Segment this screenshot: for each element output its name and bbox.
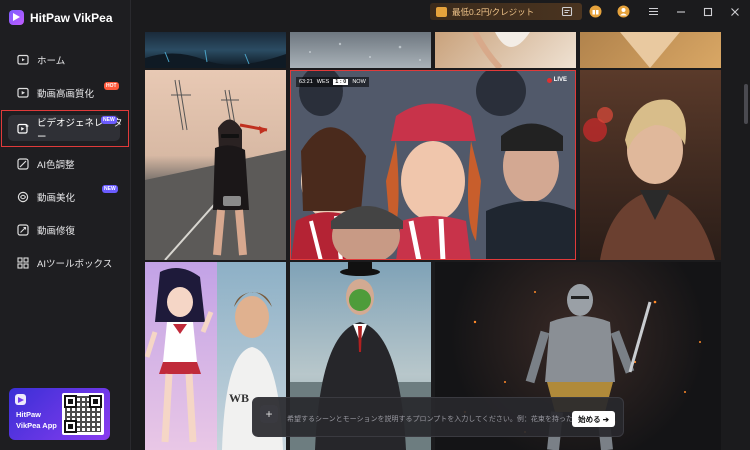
scoreboard: 63:21 WES 1 : 0 NOW bbox=[296, 77, 369, 87]
toolbox-icon bbox=[17, 257, 29, 269]
title-bar: 最低0.2円/クレジット bbox=[130, 0, 750, 24]
svg-text:WB: WB bbox=[229, 391, 249, 405]
gallery-tile-road-girl[interactable] bbox=[145, 70, 286, 260]
new-badge: NEW bbox=[101, 116, 117, 124]
hot-badge: HOT bbox=[104, 82, 119, 90]
prompt-input[interactable]: 希望するシーンとモーションを説明するプロンプトを入力してください。例：花束を持っ… bbox=[287, 414, 617, 424]
gallery-tile-blond-man[interactable] bbox=[580, 70, 721, 260]
start-button[interactable]: 始める ➔ bbox=[572, 411, 615, 427]
gallery-tile-stadium-highlighted[interactable]: 63:21 WES 1 : 0 NOW LIVE bbox=[290, 70, 576, 260]
sidebar-item-video-enhance[interactable]: 動画高画質化 HOT bbox=[0, 77, 130, 109]
video-generator-icon bbox=[17, 123, 29, 135]
scrollbar[interactable] bbox=[744, 84, 748, 124]
sidebar-item-toolbox[interactable]: AIツールボックス bbox=[0, 247, 130, 279]
beautify-icon bbox=[17, 191, 29, 203]
app-logo: HitPaw VikPea bbox=[9, 10, 113, 25]
account-icon[interactable] bbox=[617, 5, 630, 18]
sidebar: HitPaw VikPea ホーム 動画高画質化 HOT ビデオジェネレーター … bbox=[0, 0, 131, 450]
sidebar-item-label: ホーム bbox=[37, 56, 66, 67]
sidebar-item-beautify[interactable]: 動画美化 NEW bbox=[0, 181, 130, 213]
sidebar-nav: ホーム 動画高画質化 HOT ビデオジェネレーター NEW AI色調整 動画美化… bbox=[0, 44, 130, 280]
prompt-bar: + 希望するシーンとモーションを説明するプロンプトを入力してください。例：花束を… bbox=[252, 397, 624, 437]
app-title: HitPaw VikPea bbox=[30, 10, 113, 25]
qr-code bbox=[62, 393, 104, 435]
minimize-icon[interactable] bbox=[674, 5, 687, 18]
new-badge: NEW bbox=[102, 185, 118, 193]
live-dot-icon bbox=[546, 77, 552, 83]
team-away: NOW bbox=[352, 79, 366, 85]
gift-icon[interactable] bbox=[589, 5, 602, 18]
menu-icon[interactable] bbox=[647, 5, 660, 18]
sidebar-item-label: 動画修復 bbox=[37, 226, 76, 237]
live-label: LIVE bbox=[553, 77, 567, 83]
video-enhance-icon bbox=[17, 87, 29, 99]
promo-line-2: VikPea App bbox=[16, 421, 57, 430]
team-home: WES bbox=[316, 79, 330, 85]
match-clock: 63:21 bbox=[299, 79, 313, 85]
gallery-tile-anime[interactable] bbox=[145, 262, 217, 450]
gallery-tile[interactable] bbox=[290, 32, 431, 68]
live-indicator: LIVE bbox=[546, 77, 567, 83]
home-icon bbox=[17, 54, 29, 66]
credit-label: 最低0.2円/クレジット bbox=[452, 6, 535, 17]
add-image-button[interactable]: + bbox=[260, 405, 278, 423]
sidebar-item-label: AI色調整 bbox=[37, 160, 75, 171]
promo-line-1: HitPaw bbox=[16, 410, 42, 419]
mobile-app-promo[interactable]: HitPaw VikPea App bbox=[9, 388, 110, 440]
sidebar-item-label: 動画美化 bbox=[37, 193, 76, 204]
sidebar-item-label: 動画高画質化 bbox=[37, 89, 95, 100]
app-logo-icon bbox=[9, 10, 24, 25]
app-logo-icon bbox=[15, 394, 26, 405]
repair-icon bbox=[17, 224, 29, 236]
score-value: 1 : 0 bbox=[333, 79, 349, 85]
sidebar-item-home[interactable]: ホーム bbox=[0, 44, 130, 76]
sidebar-item-label: AIツールボックス bbox=[37, 259, 113, 270]
sidebar-item-video-generator[interactable]: ビデオジェネレーター NEW bbox=[0, 110, 130, 147]
color-adjust-icon bbox=[17, 158, 29, 170]
credit-icon bbox=[436, 6, 447, 17]
close-icon[interactable] bbox=[728, 5, 741, 18]
gallery-grid: 63:21 WES 1 : 0 NOW LIVE WB bbox=[130, 24, 750, 450]
sidebar-item-repair[interactable]: 動画修復 bbox=[0, 214, 130, 246]
maximize-icon[interactable] bbox=[701, 5, 714, 18]
message-icon[interactable] bbox=[560, 5, 573, 18]
gallery-tile[interactable] bbox=[435, 32, 576, 68]
gallery-tile[interactable] bbox=[145, 32, 286, 68]
gallery-tile[interactable] bbox=[580, 32, 721, 68]
sidebar-item-color-adjust[interactable]: AI色調整 bbox=[0, 148, 130, 180]
